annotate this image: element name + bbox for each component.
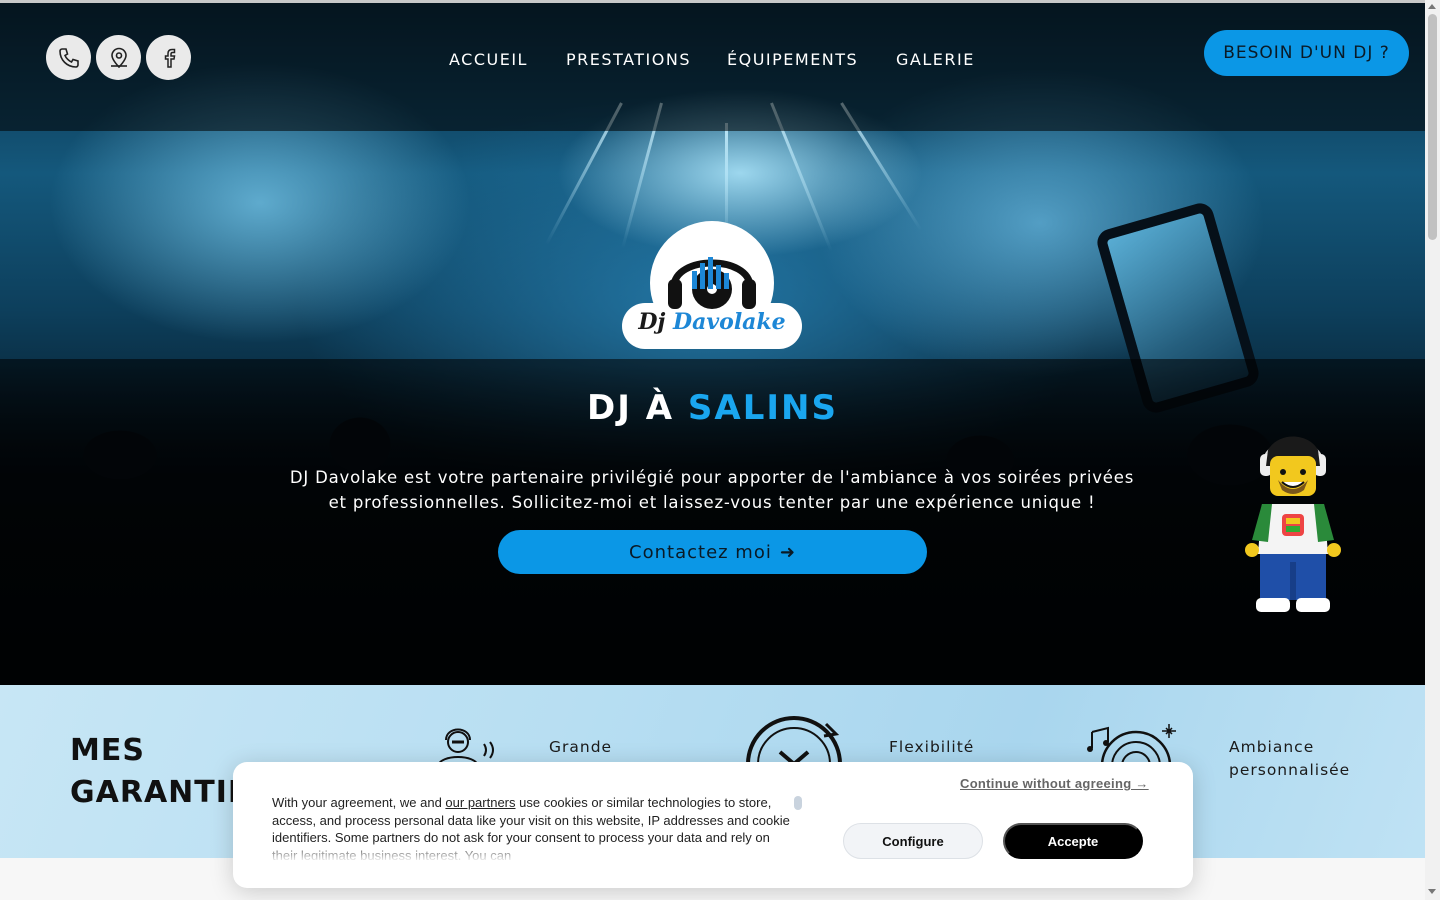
hero-title-city: SALINS — [687, 388, 838, 428]
phone-button[interactable] — [46, 35, 91, 80]
cookie-text-scrollbar[interactable] — [794, 796, 802, 810]
partners-link[interactable]: our partners — [445, 795, 515, 810]
scrollbar-thumb[interactable] — [1428, 14, 1437, 240]
scroll-up-arrow-icon[interactable] — [1428, 4, 1436, 9]
site-logo[interactable]: Dj Davolake — [622, 221, 802, 349]
guarantee-label-2: Flexibilité — [889, 738, 975, 756]
cookie-text-intro: With your agreement, we and — [272, 795, 446, 810]
cookie-text-fade — [272, 842, 792, 862]
guarantee-label-1: Grande — [549, 738, 613, 756]
facebook-button[interactable] — [146, 35, 191, 80]
dj-icon — [437, 728, 494, 766]
clock-icon — [746, 716, 842, 766]
continue-without-agreeing-link[interactable]: Continue without agreeing → — [960, 776, 1149, 791]
guarantees-title-line1: MES — [70, 733, 145, 768]
hero-title: DJ À SALINS — [0, 388, 1425, 428]
configure-button[interactable]: Configure — [843, 823, 983, 859]
facebook-icon — [164, 48, 175, 68]
arrow-right-icon: ➜ — [779, 541, 796, 563]
map-pin-icon — [110, 47, 127, 68]
contact-button[interactable]: Contactez moi ➜ — [498, 530, 927, 574]
hero-description: DJ Davolake est votre partenaire privilé… — [289, 468, 1135, 512]
contact-button-label: Contactez moi — [629, 541, 772, 563]
page-scrollbar[interactable] — [1425, 0, 1440, 900]
location-button[interactable] — [96, 35, 141, 80]
nav-link-prestations[interactable]: PRESTATIONS — [566, 50, 691, 69]
lego-dj-figure — [1245, 436, 1341, 612]
vinyl-music-icon — [1087, 724, 1176, 766]
nav-link-accueil[interactable]: ACCUEIL — [449, 50, 528, 69]
cookie-consent-banner: Continue without agreeing → With your ag… — [233, 762, 1193, 888]
hero-title-start: DJ À — [587, 388, 675, 428]
headphones-icon — [668, 257, 756, 309]
accept-button[interactable]: Accepte — [1003, 823, 1143, 859]
logo-name: Davolake — [673, 309, 786, 335]
nav-link-galerie[interactable]: GALERIE — [896, 50, 975, 69]
logo-text: Dj Davolake — [622, 309, 802, 335]
nav-link-equipements[interactable]: ÉQUIPEMENTS — [727, 50, 858, 69]
phone-icon — [58, 47, 79, 68]
need-dj-button[interactable]: BESOIN D'UN DJ ? — [1204, 30, 1409, 76]
scroll-down-arrow-icon[interactable] — [1428, 889, 1436, 894]
guarantee-label-3: Ambiance personnalisée — [1229, 738, 1351, 779]
logo-prefix: Dj — [638, 309, 666, 335]
